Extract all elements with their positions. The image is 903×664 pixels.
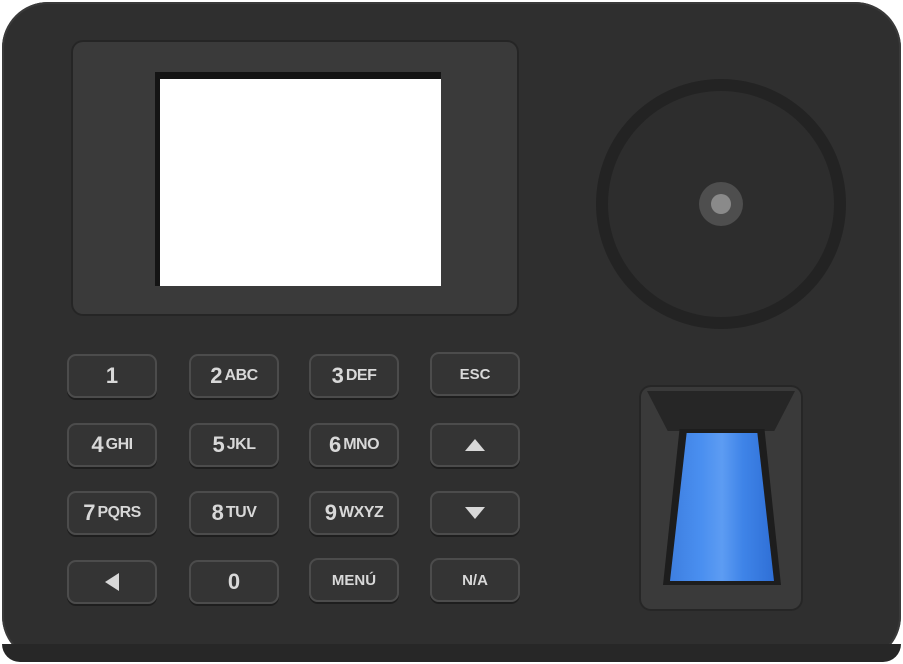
key-1[interactable]: 1	[67, 354, 157, 398]
key-letters: WXYZ	[339, 504, 384, 521]
key-4[interactable]: 4 GHI	[67, 423, 157, 467]
key-digit: 5	[212, 432, 225, 457]
arrow-up-icon	[465, 439, 485, 451]
key-letters: DEF	[345, 367, 377, 384]
key-esc[interactable]: ESC	[430, 352, 520, 396]
fingerprint-reader	[639, 385, 803, 611]
key-left[interactable]	[67, 560, 157, 604]
key-0[interactable]: 0	[189, 560, 279, 604]
key-down[interactable]	[430, 491, 520, 535]
camera-lens-icon	[699, 182, 743, 226]
key-digit: 0	[227, 569, 241, 594]
fingerprint-hood	[647, 391, 795, 431]
camera-face	[608, 91, 834, 317]
key-digit: 4	[91, 432, 104, 457]
key-5[interactable]: 5 JKL	[189, 423, 279, 467]
key-label: ESC	[459, 365, 491, 383]
key-digit: 7	[83, 500, 96, 525]
key-3[interactable]: 3 DEF	[309, 354, 399, 398]
key-na[interactable]: N/A	[430, 558, 520, 602]
key-menu[interactable]: MENÚ	[309, 558, 399, 602]
key-2[interactable]: 2 ABC	[189, 354, 279, 398]
key-letters: TUV	[225, 504, 257, 521]
key-digit: 9	[324, 500, 338, 525]
lcd-screen	[155, 72, 441, 286]
time-attendance-terminal: 1 2 ABC 3 DEF ESC 4 GHI 5 JKL 6 MNO 7 PQ…	[2, 2, 901, 662]
key-digit: 2	[210, 363, 223, 388]
key-letters: PQRS	[97, 504, 141, 521]
fingerprint-sensor-frame	[663, 429, 781, 585]
key-digit: 8	[211, 500, 224, 525]
key-8[interactable]: 8 TUV	[189, 491, 279, 535]
key-up[interactable]	[430, 423, 520, 467]
arrow-left-icon	[105, 573, 119, 591]
key-7[interactable]: 7 PQRS	[67, 491, 157, 535]
key-letters: ABC	[224, 367, 259, 384]
arrow-down-icon	[465, 507, 485, 519]
key-label: N/A	[462, 571, 488, 589]
key-9[interactable]: 9 WXYZ	[309, 491, 399, 535]
key-label: MENÚ	[331, 571, 377, 589]
key-digit: 1	[105, 363, 119, 388]
key-digit: 6	[328, 432, 342, 457]
key-6[interactable]: 6 MNO	[309, 423, 399, 467]
display-bezel	[71, 40, 519, 316]
fingerprint-sensor-icon[interactable]	[670, 433, 774, 581]
key-letters: GHI	[105, 436, 133, 453]
key-digit: 3	[331, 363, 344, 388]
camera-housing	[596, 79, 846, 329]
key-letters: JKL	[226, 436, 256, 453]
key-letters: MNO	[343, 436, 380, 453]
